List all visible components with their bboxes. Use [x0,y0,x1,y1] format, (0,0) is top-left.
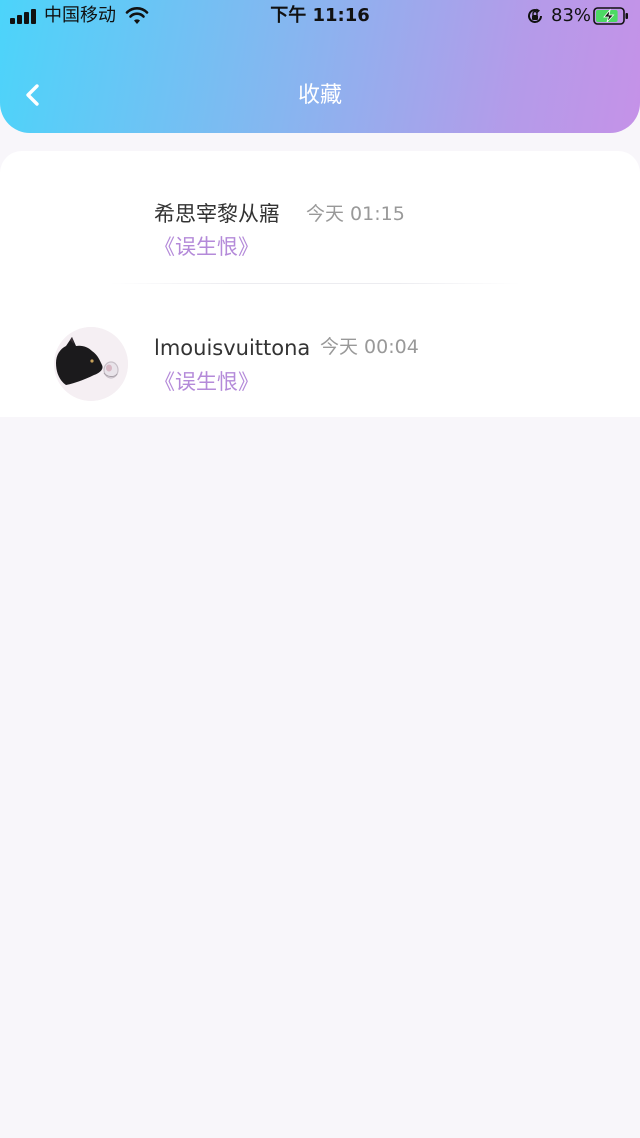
timestamp: 今天 01:15 [306,203,405,225]
black-cat-icon [54,327,128,401]
rotation-lock-icon [528,8,542,23]
battery-percent: 83% [551,5,592,26]
avatar[interactable] [54,194,128,268]
header-bar: 中国移动 下午 11:16 83% 收藏 [0,0,640,133]
battery-charging-icon [593,7,628,25]
username: 希思宰黎从寤 [154,202,280,226]
page-title: 收藏 [297,83,342,108]
avatar[interactable] [54,327,128,401]
list-item[interactable]: lmouisvuittona 今天 00:04 《误生恨》 [0,284,640,417]
book-title-link[interactable]: 《误生恨》 [154,368,259,396]
favorites-list: 希思宰黎从寤 今天 01:15 《误生恨》 lmouisvuittona 今天 … [0,151,640,417]
status-time: 下午 11:16 [270,5,370,26]
book-title-link[interactable]: 《误生恨》 [154,233,259,261]
status-bar: 中国移动 下午 11:16 83% [0,0,640,34]
timestamp: 今天 00:04 [320,336,419,358]
list-item[interactable]: 希思宰黎从寤 今天 01:15 《误生恨》 [0,151,640,284]
username: lmouisvuittona [154,336,311,360]
